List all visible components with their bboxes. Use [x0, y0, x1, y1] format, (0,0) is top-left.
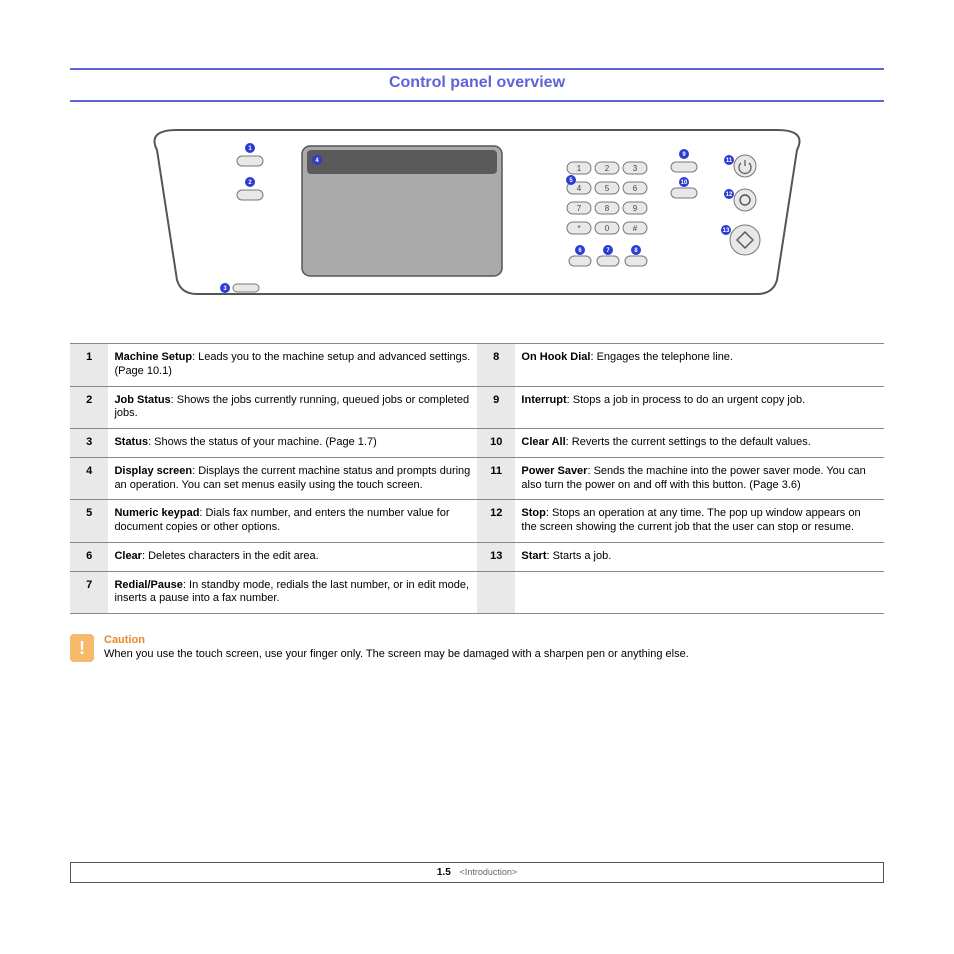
table-row: 4 Display screen: Displays the current m… — [70, 457, 884, 500]
svg-text:13: 13 — [723, 228, 730, 234]
svg-text:4: 4 — [577, 184, 582, 193]
table-row: 3 Status: Shows the status of your machi… — [70, 429, 884, 458]
page-title: Control panel overview — [70, 74, 884, 92]
button-on-hook-dial — [625, 256, 647, 266]
control-panel-svg: 1 2 3 4 1 2 3 4 5 6 7 8 — [137, 110, 817, 310]
svg-text:2: 2 — [605, 164, 610, 173]
control-panel-figure: 1 2 3 4 1 2 3 4 5 6 7 8 — [70, 110, 884, 313]
button-job-status — [237, 190, 263, 200]
svg-text:6: 6 — [633, 184, 638, 193]
button-status — [233, 284, 259, 292]
button-machine-setup — [237, 156, 263, 166]
table-row: 1 Machine Setup: Leads you to the machin… — [70, 344, 884, 387]
caution-body: When you use the touch screen, use your … — [104, 648, 689, 660]
button-redial-pause — [597, 256, 619, 266]
title-rule-bottom — [70, 100, 884, 102]
page-footer: 1.5 <Introduction> — [70, 862, 884, 883]
table-row: 7 Redial/Pause: In standby mode, redials… — [70, 571, 884, 614]
svg-text:9: 9 — [633, 204, 638, 213]
svg-text:*: * — [577, 224, 580, 233]
caution-block: ! Caution When you use the touch screen,… — [70, 634, 884, 662]
table-row: 6 Clear: Deletes characters in the edit … — [70, 542, 884, 571]
svg-text:10: 10 — [681, 180, 688, 186]
table-row: 2 Job Status: Shows the jobs currently r… — [70, 386, 884, 429]
button-stop — [734, 189, 756, 211]
svg-text:12: 12 — [726, 192, 733, 198]
svg-text:0: 0 — [605, 224, 610, 233]
button-start — [730, 225, 760, 255]
svg-text:11: 11 — [726, 158, 733, 164]
button-interrupt — [671, 162, 697, 172]
footer-page: 1.5 — [437, 867, 451, 878]
button-clear-all — [671, 188, 697, 198]
caution-heading: Caution — [104, 634, 689, 646]
caution-icon: ! — [70, 634, 94, 662]
svg-text:8: 8 — [605, 204, 610, 213]
svg-text:5: 5 — [605, 184, 610, 193]
table-row: 5 Numeric keypad: Dials fax number, and … — [70, 500, 884, 543]
button-clear — [569, 256, 591, 266]
display-screen-header — [307, 150, 497, 174]
svg-text:7: 7 — [577, 204, 582, 213]
svg-text:3: 3 — [633, 164, 638, 173]
title-rule-top — [70, 68, 884, 70]
svg-text:#: # — [633, 224, 638, 233]
legend-table: 1 Machine Setup: Leads you to the machin… — [70, 343, 884, 614]
svg-text:1: 1 — [577, 164, 582, 173]
footer-section: <Introduction> — [460, 867, 518, 877]
